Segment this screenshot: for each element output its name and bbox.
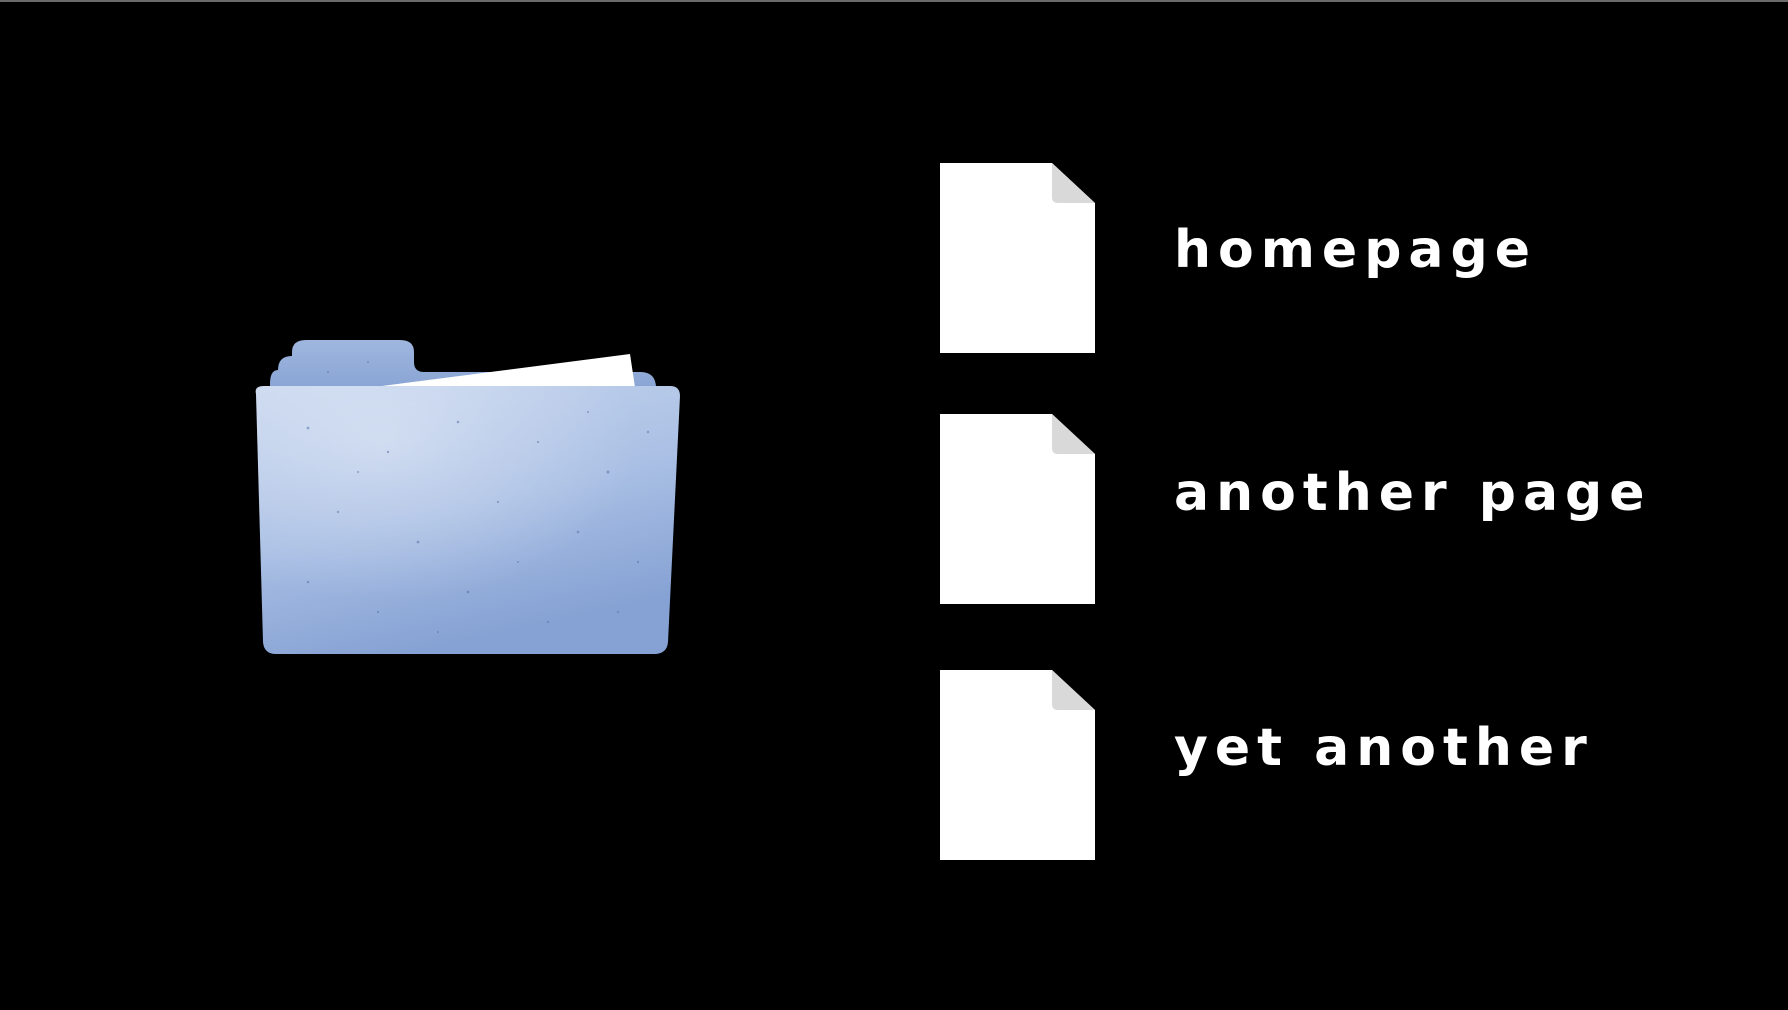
document-icon xyxy=(940,670,1095,860)
slide: homepage another page yet another xyxy=(0,0,1788,1010)
folder-icon xyxy=(248,332,688,668)
file-label: yet another xyxy=(1174,718,1594,778)
document-icon xyxy=(940,163,1095,353)
document-icon xyxy=(940,414,1095,604)
file-label: homepage xyxy=(1174,220,1537,280)
file-label: another page xyxy=(1174,463,1652,523)
